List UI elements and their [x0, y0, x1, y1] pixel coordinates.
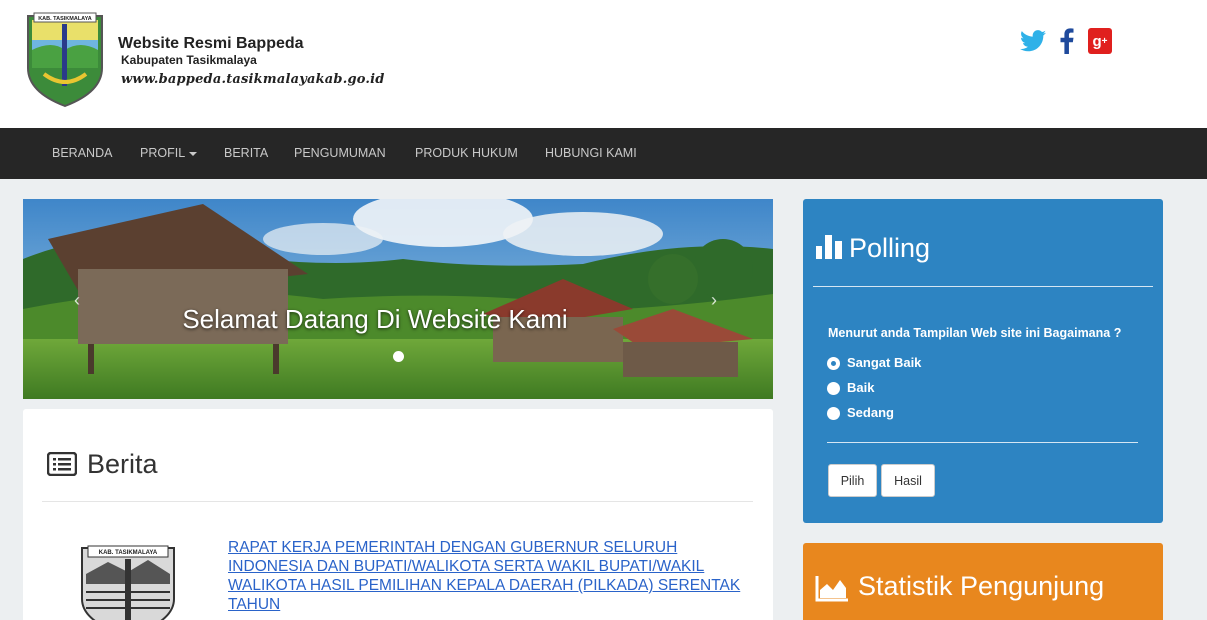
statistik-panel: Statistik Pengunjung [803, 543, 1163, 620]
slider-indicator[interactable] [393, 351, 404, 362]
nav-hubungi-kami[interactable]: HUBUNGI KAMI [545, 128, 637, 179]
divider [827, 442, 1138, 443]
google-plus-icon[interactable]: g + [1088, 28, 1112, 54]
berita-panel: Berita KAB. TASIKMALAYA RAPAT KERJA PEME… [23, 409, 773, 620]
radio-button[interactable] [827, 382, 840, 395]
nav-berita[interactable]: BERITA [224, 128, 268, 179]
twitter-icon[interactable] [1019, 26, 1047, 56]
vote-button[interactable]: Pilih [828, 464, 877, 497]
slider-next-icon[interactable]: › [711, 290, 717, 311]
poll-option-sangat-baik[interactable]: Sangat Baik [827, 354, 921, 370]
polling-panel: Polling Menurut anda Tampilan Web site i… [803, 199, 1163, 523]
radio-button[interactable] [827, 357, 840, 370]
nav-produk-hukum[interactable]: PRODUK HUKUM [415, 128, 518, 179]
site-url: www.bappeda.tasikmalayakab.go.id [121, 72, 385, 87]
caret-down-icon [189, 151, 198, 156]
slide-caption: Selamat Datang Di Website Kami [182, 304, 568, 334]
nav-profil-label: PROFIL [140, 146, 186, 160]
nav-profil[interactable]: PROFIL [140, 128, 198, 179]
news-title-link[interactable]: RAPAT KERJA PEMERINTAH DENGAN GUBERNUR S… [228, 538, 753, 614]
logo-label: KAB. TASIKMALAYA [38, 16, 92, 22]
divider [42, 501, 753, 502]
radio-button[interactable] [827, 407, 840, 420]
polling-question: Menurut anda Tampilan Web site ini Bagai… [828, 326, 1122, 340]
result-button[interactable]: Hasil [881, 464, 935, 497]
site-title: Website Resmi Bappeda [118, 35, 304, 52]
site-header: KAB. TASIKMALAYA Website Resmi Bappeda K… [0, 0, 1207, 128]
site-subtitle: Kabupaten Tasikmalaya [121, 53, 257, 67]
divider [813, 286, 1153, 287]
slider-prev-icon[interactable]: ‹ [74, 290, 80, 311]
polling-heading: Polling [849, 233, 931, 263]
thumb-label: KAB. TASIKMALAYA [99, 550, 158, 556]
statistik-heading: Statistik Pengunjung [858, 571, 1105, 601]
poll-option-baik[interactable]: Baik [827, 379, 874, 395]
main-nav: BERANDA PROFIL BERITA PENGUMUMAN PRODUK … [0, 128, 1207, 179]
poll-option-label: Baik [847, 379, 875, 395]
slide-image [23, 199, 773, 399]
poll-option-label: Sangat Baik [847, 354, 922, 370]
facebook-icon[interactable] [1057, 26, 1077, 56]
area-chart-icon [815, 576, 848, 602]
nav-pengumuman[interactable]: PENGUMUMAN [294, 128, 386, 179]
poll-option-label: Sedang [847, 404, 894, 420]
nav-beranda[interactable]: BERANDA [52, 128, 112, 179]
list-icon [47, 452, 77, 476]
hero-slider [23, 199, 773, 399]
bappeda-logo[interactable]: KAB. TASIKMALAYA [22, 10, 108, 108]
bar-chart-icon [816, 235, 842, 259]
berita-heading: Berita [87, 449, 158, 479]
poll-option-sedang[interactable]: Sedang [827, 404, 894, 420]
news-thumbnail[interactable]: KAB. TASIKMALAYA [78, 544, 178, 620]
